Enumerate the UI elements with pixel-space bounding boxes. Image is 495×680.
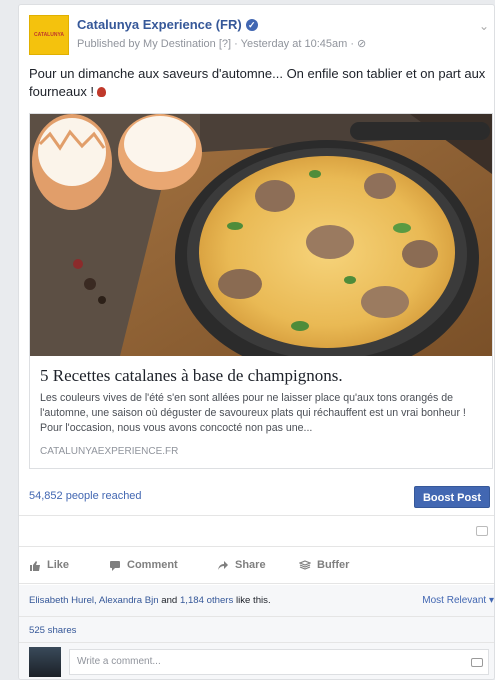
likes-summary: Elisabeth Hurel, Alexandra Bjn and 1,184… [29,595,271,606]
comment-input[interactable]: Write a comment... [69,649,489,675]
buffer-label: Buffer [317,559,350,571]
link-description: Les couleurs vives de l'été s'en sont al… [40,392,466,434]
chestnut-emoji-icon [97,87,107,97]
post-card: CATALUNYA Catalunya Experience (FR) ✓ Pub… [18,4,495,680]
likes-and-text: and [161,595,178,606]
likers-names[interactable]: Elisabeth Hurel, Alexandra Bjn [29,595,159,606]
post-message: Pour un dimanche aux saveurs d'automne..… [29,65,491,101]
like-label: Like [47,559,70,571]
verified-icon: ✓ [245,19,258,31]
buffer-button[interactable]: Buffer [299,559,349,571]
comment-bubble-icon [476,526,488,536]
page-name-link[interactable]: Catalunya Experience (FR) ✓ [77,17,258,32]
link-preview[interactable]: 5 Recettes catalanes à base de champigno… [29,113,493,469]
chevron-down-icon[interactable]: ⌄ [479,19,489,33]
shares-count-link[interactable]: 525 shares [29,625,76,636]
thumbs-up-icon [30,560,40,571]
avatar[interactable] [29,647,61,677]
others-link[interactable]: 1,184 others [180,595,233,606]
omelette-image[interactable] [30,114,492,356]
boost-post-button[interactable]: Boost Post [413,486,490,508]
post-header: CATALUNYA Catalunya Experience (FR) ✓ Pub… [29,15,489,55]
comment-label: Comment [127,559,178,571]
likes-suffix: like this. [235,595,271,606]
comment-icon [110,560,120,571]
logo-text: CATALUNYA [34,32,64,38]
comment-composer: Write a comment... [19,643,494,679]
link-title[interactable]: 5 Recettes catalanes à base de champigno… [40,366,343,386]
page-name: Catalunya Experience (FR) [77,17,242,32]
share-button[interactable]: Share [217,559,266,571]
link-domain: CATALUNYAEXPERIENCE.FR [40,446,179,457]
comment-button[interactable]: Comment [109,559,178,571]
buffer-stack-icon [299,559,311,570]
like-button[interactable]: Like [29,559,69,571]
people-reached-link[interactable]: 54,852 people reached [29,490,142,502]
shares-row: 525 shares [19,617,494,643]
action-bar: Like Comment Share Buffer [19,548,494,584]
share-arrow-icon [218,560,228,570]
comment-placeholder: Write a comment... [77,656,161,667]
insights-row: 54,852 people reached Boost Post [19,480,494,516]
page-avatar[interactable]: CATALUNYA [29,15,69,55]
most-relevant-dropdown[interactable]: Most Relevant ▾ [422,595,494,606]
camera-icon[interactable] [471,658,483,667]
reaction-summary-row [19,517,494,547]
likes-row: Elisabeth Hurel, Alexandra Bjn and 1,184… [19,585,494,617]
share-label: Share [235,559,266,571]
post-time[interactable]: [?] · Yesterday at 10:45am · ⊘ [219,38,366,50]
post-meta: Published by My Destination [?] · Yester… [77,37,366,50]
published-by: Published by My Destination [77,38,216,50]
